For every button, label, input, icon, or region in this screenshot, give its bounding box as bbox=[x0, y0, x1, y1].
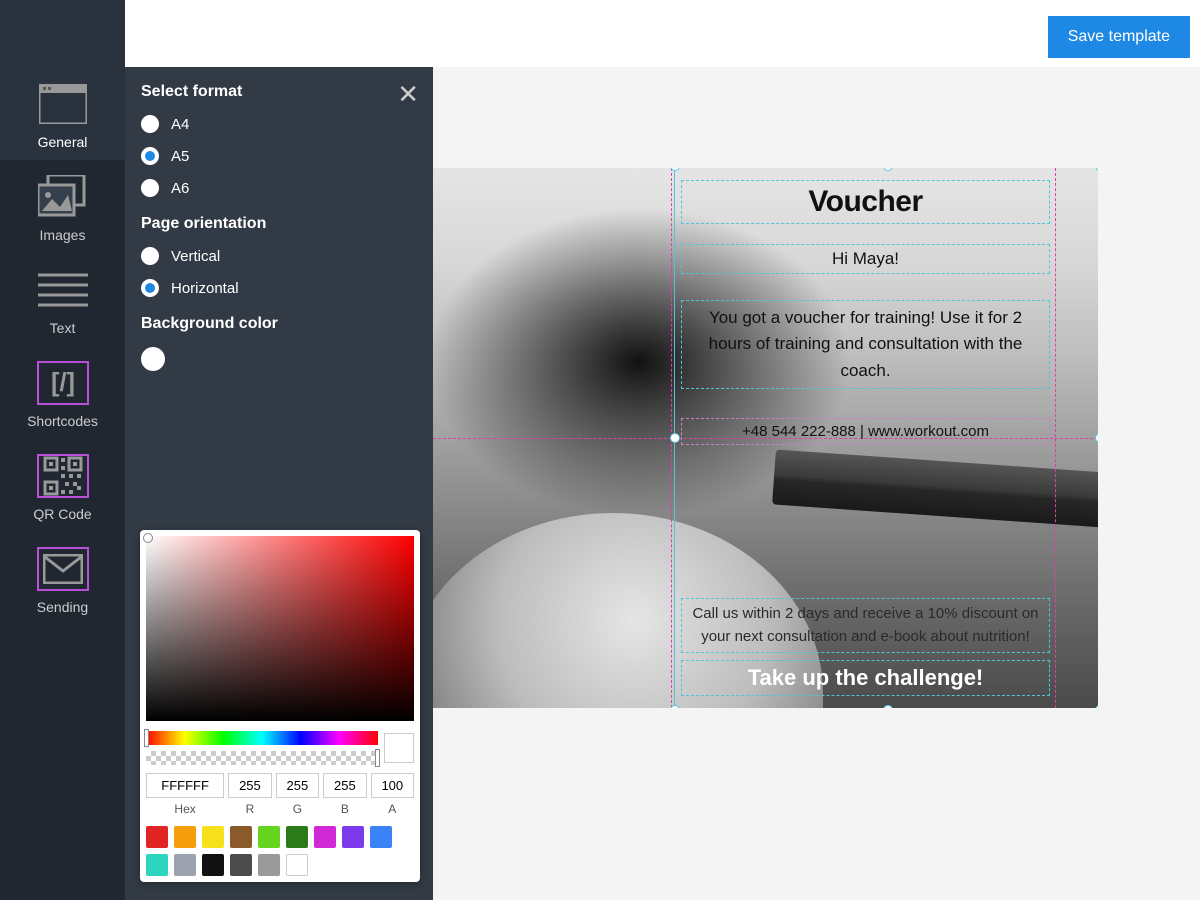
bgcolor-title: Background color bbox=[141, 315, 417, 333]
rail-header bbox=[0, 0, 125, 67]
b-label: B bbox=[323, 802, 366, 816]
a-label: A bbox=[371, 802, 414, 816]
shortcodes-icon: [/] bbox=[37, 361, 89, 405]
alpha-thumb[interactable] bbox=[375, 749, 380, 767]
preset-swatch[interactable] bbox=[230, 854, 252, 876]
tool-rail: General Images Text [/] Shortcodes QR Co… bbox=[0, 0, 125, 900]
radio-icon bbox=[141, 115, 159, 133]
r-label: R bbox=[228, 802, 271, 816]
radio-icon bbox=[141, 179, 159, 197]
preset-swatch[interactable] bbox=[258, 854, 280, 876]
radio-icon bbox=[141, 147, 159, 165]
rail-item-text[interactable]: Text bbox=[0, 253, 125, 346]
format-a4[interactable]: A4 bbox=[141, 115, 417, 133]
topbar: Save template bbox=[0, 0, 1200, 67]
saturation-value-area[interactable] bbox=[146, 536, 414, 721]
a-input[interactable] bbox=[371, 773, 414, 798]
resize-handle[interactable] bbox=[883, 168, 893, 171]
hue-thumb[interactable] bbox=[144, 729, 149, 747]
format-a5[interactable]: A5 bbox=[141, 147, 417, 165]
resize-handle[interactable] bbox=[1095, 168, 1098, 171]
close-icon[interactable]: ✕ bbox=[397, 81, 419, 107]
format-section: Select format A4 A5 A6 bbox=[141, 83, 417, 197]
envelope-icon bbox=[37, 547, 89, 591]
preset-swatch[interactable] bbox=[202, 854, 224, 876]
hue-slider[interactable] bbox=[146, 731, 378, 745]
rail-item-shortcodes[interactable]: [/] Shortcodes bbox=[0, 346, 125, 439]
preset-swatch[interactable] bbox=[174, 826, 196, 848]
b-input[interactable] bbox=[323, 773, 366, 798]
preset-swatch[interactable] bbox=[286, 826, 308, 848]
preset-swatch[interactable] bbox=[146, 854, 168, 876]
page-icon bbox=[37, 82, 89, 126]
rail-item-general[interactable]: General bbox=[0, 67, 125, 160]
preset-swatch[interactable] bbox=[146, 826, 168, 848]
radio-icon bbox=[141, 247, 159, 265]
alpha-slider[interactable] bbox=[146, 751, 378, 765]
rail-label: Shortcodes bbox=[0, 413, 125, 429]
preset-swatch[interactable] bbox=[202, 826, 224, 848]
text-icon bbox=[37, 268, 89, 312]
radio-label: A6 bbox=[171, 180, 189, 197]
orientation-section: Page orientation Vertical Horizontal bbox=[141, 215, 417, 297]
rail-item-images[interactable]: Images bbox=[0, 160, 125, 253]
voucher-canvas[interactable]: Voucher Hi Maya! You got a voucher for t… bbox=[433, 168, 1098, 708]
rail-item-sending[interactable]: Sending bbox=[0, 532, 125, 625]
color-picker: Hex R G B A bbox=[140, 530, 420, 882]
orientation-vertical[interactable]: Vertical bbox=[141, 247, 417, 265]
resize-handle[interactable] bbox=[670, 433, 680, 443]
rail-label: QR Code bbox=[0, 506, 125, 522]
preset-swatch[interactable] bbox=[314, 826, 336, 848]
save-template-button[interactable]: Save template bbox=[1048, 16, 1190, 58]
hex-input[interactable] bbox=[146, 773, 224, 798]
radio-icon bbox=[141, 279, 159, 297]
hex-label: Hex bbox=[146, 802, 224, 816]
radio-label: A5 bbox=[171, 148, 189, 165]
orientation-title: Page orientation bbox=[141, 215, 417, 233]
bgcolor-section: Background color bbox=[141, 315, 417, 371]
preset-colors bbox=[146, 826, 414, 876]
preset-swatch[interactable] bbox=[230, 826, 252, 848]
preset-swatch[interactable] bbox=[370, 826, 392, 848]
rail-label: Sending bbox=[0, 599, 125, 615]
preset-swatch[interactable] bbox=[342, 826, 364, 848]
resize-handle[interactable] bbox=[883, 705, 893, 708]
resize-handle[interactable] bbox=[670, 705, 680, 708]
rail-item-qrcode[interactable]: QR Code bbox=[0, 439, 125, 532]
preset-swatch[interactable] bbox=[286, 854, 308, 876]
color-cursor[interactable] bbox=[143, 533, 153, 543]
radio-label: A4 bbox=[171, 116, 189, 133]
svg-text:[/]: [/] bbox=[50, 369, 74, 397]
g-label: G bbox=[276, 802, 319, 816]
rail-label: General bbox=[0, 134, 125, 150]
color-preview bbox=[384, 733, 414, 763]
resize-handle[interactable] bbox=[1095, 433, 1098, 443]
preset-swatch[interactable] bbox=[174, 854, 196, 876]
radio-label: Horizontal bbox=[171, 280, 239, 297]
g-input[interactable] bbox=[276, 773, 319, 798]
format-a6[interactable]: A6 bbox=[141, 179, 417, 197]
images-icon bbox=[37, 175, 89, 219]
preset-swatch[interactable] bbox=[258, 826, 280, 848]
bgcolor-swatch[interactable] bbox=[141, 347, 165, 371]
qrcode-icon bbox=[37, 454, 89, 498]
workspace: Voucher Hi Maya! You got a voucher for t… bbox=[433, 67, 1200, 900]
rail-label: Images bbox=[0, 227, 125, 243]
resize-handle[interactable] bbox=[1095, 705, 1098, 708]
rail-label: Text bbox=[0, 320, 125, 336]
radio-label: Vertical bbox=[171, 248, 220, 265]
format-title: Select format bbox=[141, 83, 417, 101]
orientation-horizontal[interactable]: Horizontal bbox=[141, 279, 417, 297]
r-input[interactable] bbox=[228, 773, 271, 798]
selection-outline bbox=[674, 168, 1098, 708]
